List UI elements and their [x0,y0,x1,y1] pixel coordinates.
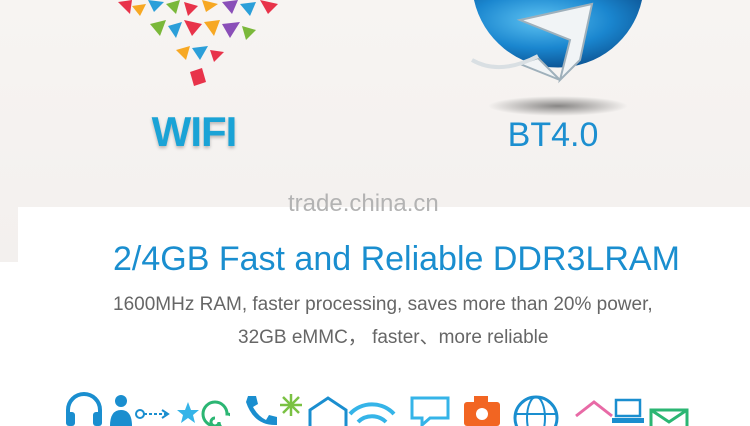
star-icon [177,402,199,423]
bluetooth-logo-icon [471,0,642,116]
headphones-icon [66,392,102,426]
ram-description-line2: 32GB eMMC， faster、more reliable [238,327,549,348]
user-icon [110,395,132,426]
key-icon [135,409,170,419]
chat-bubble-icon [410,396,450,426]
envelope-icon [308,396,348,426]
ram-description-line1: 1600MHz RAM, faster processing, saves mo… [113,294,653,315]
wifi-icon [348,402,396,424]
globe-icon [513,395,559,426]
wifi-label: WIFI [151,108,238,155]
sparkle-icon [280,394,302,416]
ram-headline: 2/4GB Fast and Reliable DDR3LRAM [113,240,680,278]
house-icon [575,400,613,418]
spiral-icon [201,400,230,426]
watermark: trade.china.cn [288,190,439,217]
wifi-signal-icon [118,0,278,86]
laptop-icon [612,398,644,423]
app-icon-row [0,392,750,426]
phone-icon [246,396,277,426]
camera-icon [464,396,500,426]
bluetooth-label: BT4.0 [507,116,599,154]
mail-icon [649,408,689,426]
